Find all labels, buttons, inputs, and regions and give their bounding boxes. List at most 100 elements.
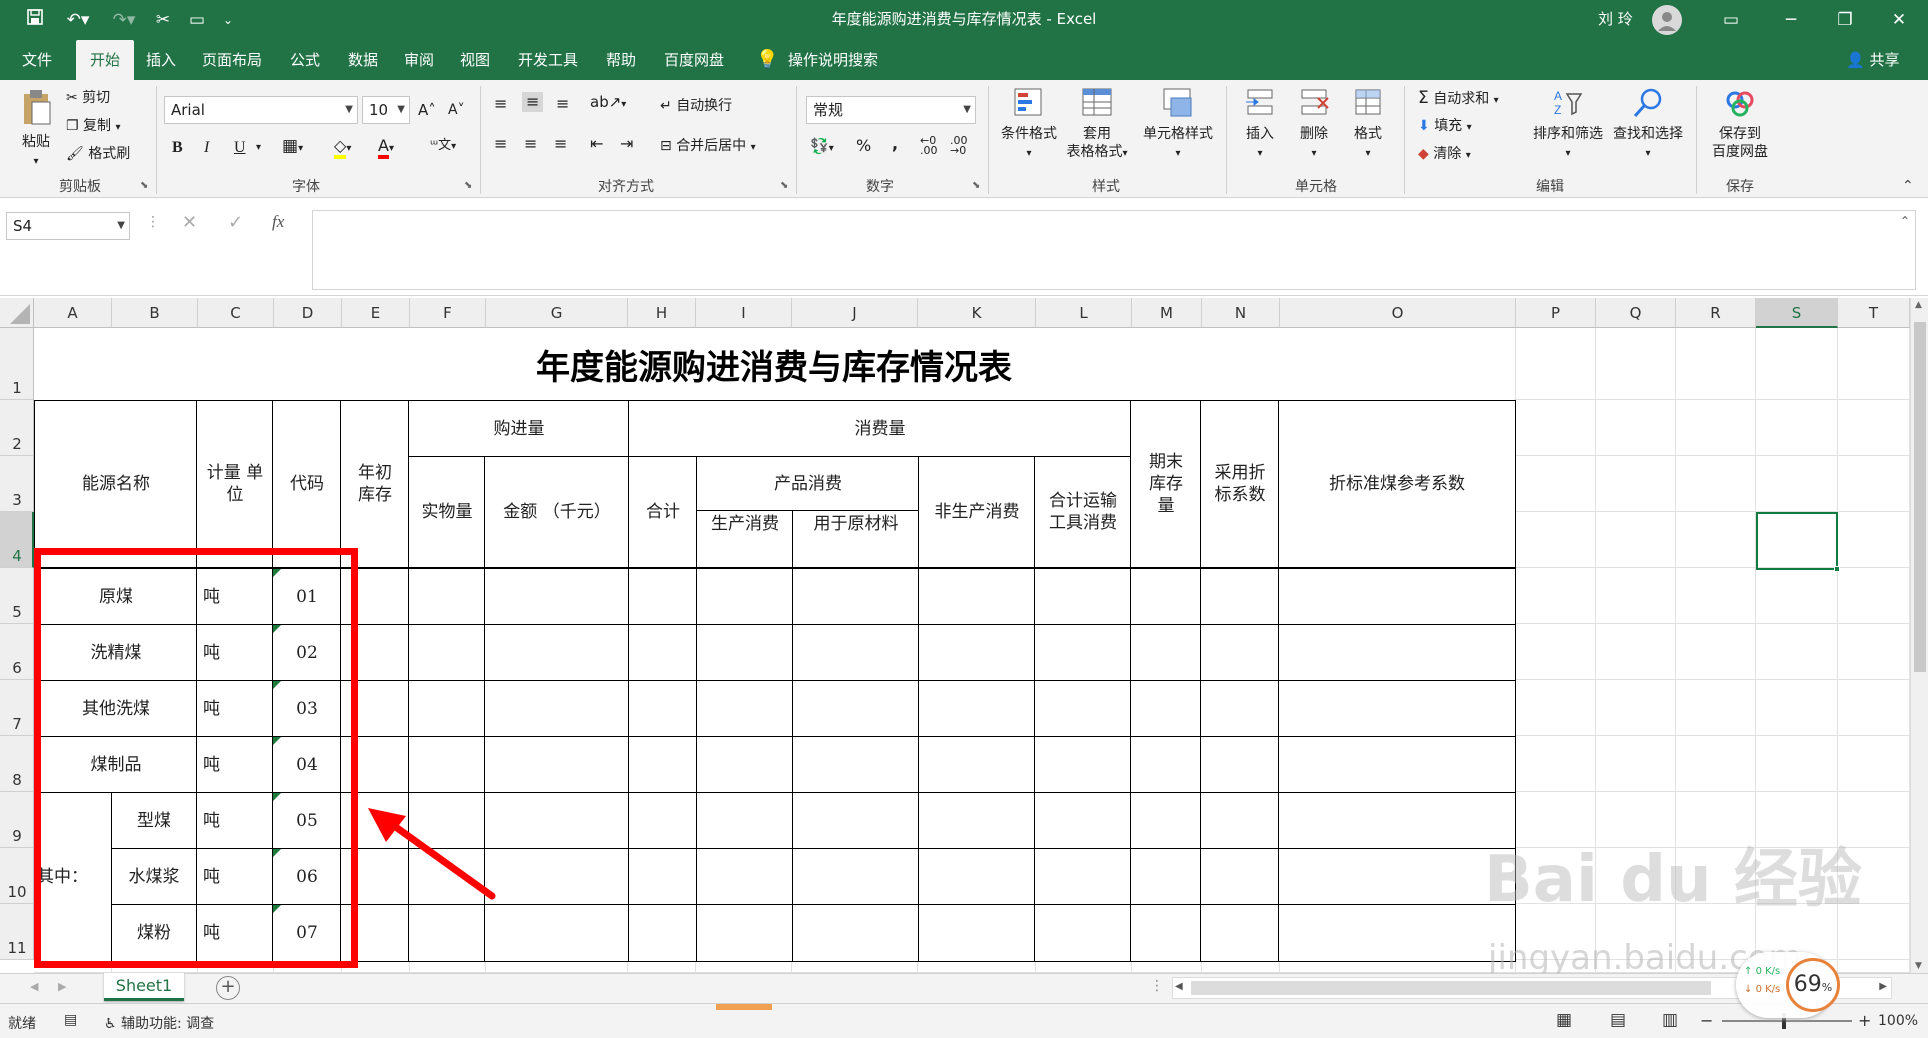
cancel-entry-icon[interactable]: ✕ [182,212,197,233]
header-conversion-coef[interactable]: 采用折标系数 [1200,400,1280,568]
grid-cell[interactable] [1756,680,1838,736]
row-header-selected[interactable]: 4 [0,512,34,568]
header-closing-stock[interactable]: 期末库存量 [1130,400,1202,568]
autosum-button[interactable]: Σ 自动求和 ▾ [1418,88,1499,111]
tab-page-layout[interactable]: 页面布局 [202,40,262,80]
data-cell[interactable] [1130,792,1202,850]
format-painter-button[interactable]: 🖌 格式刷 [66,144,130,164]
column-header[interactable]: I [696,298,792,328]
energy-name-cell[interactable]: 煤制品 [34,736,198,794]
among-label-cell[interactable]: 其中： [34,792,112,962]
grid-cell[interactable] [1756,736,1838,792]
add-sheet-icon[interactable]: + [216,976,240,1000]
data-cell[interactable] [696,736,794,794]
delete-cells-button[interactable]: 删除 ▾ [1290,86,1338,163]
number-format-combo[interactable]: 常规 ▼ [806,96,976,124]
data-cell[interactable] [340,904,410,962]
sub-energy-name-cell[interactable]: 煤粉 [110,904,198,962]
column-header[interactable]: D [274,298,342,328]
conditional-format-button[interactable]: 条件格式 ▾ [996,86,1062,163]
italic-button[interactable]: I [204,138,209,158]
data-cell[interactable] [1034,624,1132,682]
data-cell[interactable] [1278,736,1516,794]
data-cell[interactable] [696,568,794,626]
fill-color-icon[interactable]: ◇▾ [334,136,351,159]
grid-cell[interactable] [1838,456,1910,512]
column-header[interactable]: J [792,298,918,328]
grid-cell[interactable] [1838,568,1910,624]
column-header[interactable]: N [1202,298,1280,328]
find-select-button[interactable]: 查找和选择 ▾ [1608,86,1688,163]
column-header[interactable]: M [1132,298,1202,328]
data-cell[interactable] [1200,568,1280,626]
grid-cell[interactable] [1838,680,1910,736]
collapse-ribbon-icon[interactable]: ⌃ [1902,178,1914,194]
data-cell[interactable] [484,624,630,682]
underline-dropdown-icon[interactable]: ▾ [256,138,261,158]
grid-cell[interactable] [1596,680,1676,736]
header-code[interactable]: 代码 [272,400,342,568]
customize-qat-icon[interactable]: ⌄ [218,8,238,32]
zoom-out-icon[interactable]: − [1700,1011,1713,1030]
data-cell[interactable] [792,904,920,962]
sub-energy-name-cell[interactable]: 水煤浆 [110,848,198,906]
column-header[interactable]: K [918,298,1036,328]
grid-cell[interactable] [1756,624,1838,680]
data-cell[interactable] [696,680,794,738]
data-cell[interactable] [628,848,698,906]
data-cell[interactable] [1034,568,1132,626]
undo-icon[interactable]: ↶▾ [58,8,98,32]
ribbon-display-icon[interactable]: ▭ [1716,8,1746,32]
data-cell[interactable] [484,680,630,738]
grid-cell[interactable] [1676,328,1756,400]
data-cell[interactable] [1034,736,1132,794]
orientation-icon[interactable]: ab↗▾ [590,92,626,115]
paste-button[interactable]: 粘贴 ▾ [12,88,60,171]
data-cell[interactable] [484,848,630,906]
unit-cell[interactable]: 吨 [196,848,274,906]
tab-baidu-netdisk[interactable]: 百度网盘 [664,40,724,80]
data-cell[interactable] [628,792,698,850]
grid-cell[interactable] [1516,512,1596,568]
avatar[interactable] [1652,5,1682,35]
tab-data[interactable]: 数据 [348,40,378,80]
grid-cell[interactable] [1838,736,1910,792]
header-opening-stock[interactable]: 年初库存 [340,400,410,568]
data-cell[interactable] [1034,680,1132,738]
grid-cell[interactable] [1838,512,1910,568]
zoom-level[interactable]: 100% [1878,1013,1918,1029]
energy-name-cell[interactable]: 洗精煤 [34,624,198,682]
data-cell[interactable] [1278,624,1516,682]
header-raw-material[interactable]: 用于原材料 [792,510,920,568]
grid-cell[interactable] [1676,512,1756,568]
data-cell[interactable] [918,848,1036,906]
data-cell[interactable] [696,624,794,682]
tell-me-search[interactable]: 操作说明搜索 [788,40,878,80]
data-cell[interactable] [918,736,1036,794]
grid-cell[interactable] [1676,400,1756,456]
increase-indent-icon[interactable]: ⇥ [620,134,633,154]
data-cell[interactable] [628,680,698,738]
column-header[interactable]: H [628,298,696,328]
column-header[interactable]: L [1036,298,1132,328]
column-header[interactable]: E [342,298,410,328]
minimize-icon[interactable]: ─ [1776,8,1806,32]
data-cell[interactable] [340,680,410,738]
data-cell[interactable] [408,624,486,682]
close-icon[interactable]: ✕ [1884,8,1914,32]
data-cell[interactable] [1278,680,1516,738]
row-header[interactable]: 10 [0,848,34,904]
align-right-icon[interactable]: ≡ [554,134,567,154]
data-cell[interactable] [1278,848,1516,906]
grid-cell[interactable] [1676,680,1756,736]
grid-cell[interactable] [1756,328,1838,400]
zoom-in-icon[interactable]: + [1858,1011,1871,1030]
data-cell[interactable] [484,568,630,626]
data-cell[interactable] [1130,624,1202,682]
code-cell[interactable]: 04 [272,736,342,794]
row-header[interactable]: 8 [0,736,34,792]
fill-button[interactable]: ⬇ 填充 ▾ [1418,116,1472,138]
align-bottom-icon[interactable]: ≡ [556,94,569,114]
merge-center-button[interactable]: ⊟ 合并后居中 ▾ [660,136,756,158]
data-cell[interactable] [1200,680,1280,738]
